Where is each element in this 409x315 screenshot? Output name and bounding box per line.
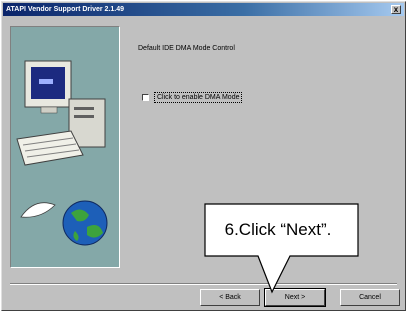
button-separator	[10, 283, 397, 285]
enable-dma-checkbox-row[interactable]: Click to enable DMA Mode	[142, 92, 243, 103]
next-button[interactable]: Next >	[264, 288, 326, 307]
close-icon: x	[393, 5, 399, 14]
back-button-label: < Back	[219, 294, 241, 301]
setup-dialog-window: ATAPI Vendor Support Driver 2.1.49 x Def…	[1, 1, 406, 311]
computer-globe-icon	[16, 60, 108, 246]
instruction-callout-text: 6.Click “Next”.	[224, 220, 332, 239]
close-button[interactable]: x	[391, 5, 401, 14]
enable-dma-checkbox[interactable]	[142, 94, 149, 101]
title-bar: ATAPI Vendor Support Driver 2.1.49 x	[3, 3, 404, 16]
computer-with-globe-illustration	[10, 26, 120, 268]
back-button[interactable]: < Back	[200, 289, 260, 306]
cancel-button-label: Cancel	[359, 294, 381, 301]
next-button-label: Next >	[284, 294, 306, 301]
enable-dma-checkbox-label: Click to enable DMA Mode	[154, 92, 243, 103]
window-title: ATAPI Vendor Support Driver 2.1.49	[6, 6, 124, 13]
dma-mode-heading: Default IDE DMA Mode Control	[138, 45, 235, 52]
cancel-button[interactable]: Cancel	[340, 289, 400, 306]
